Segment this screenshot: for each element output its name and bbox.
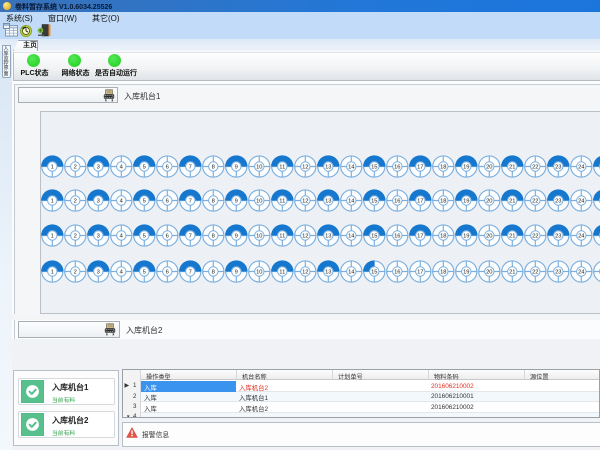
svg-text:2: 2: [74, 270, 77, 276]
svg-text:1: 1: [51, 165, 54, 171]
svg-text:6: 6: [166, 199, 169, 205]
svg-text:24: 24: [578, 270, 585, 276]
svg-text:3: 3: [97, 270, 100, 276]
svg-text:15: 15: [371, 199, 377, 205]
svg-text:23: 23: [555, 234, 561, 240]
svg-text:16: 16: [394, 165, 400, 171]
svg-text:14: 14: [348, 270, 355, 276]
svg-text:1: 1: [51, 234, 54, 240]
svg-text:11: 11: [279, 234, 285, 240]
svg-text:18: 18: [440, 270, 446, 276]
svg-text:24: 24: [578, 199, 585, 205]
svg-text:8: 8: [212, 270, 215, 276]
svg-text:19: 19: [463, 165, 469, 171]
svg-text:8: 8: [212, 234, 215, 240]
svg-text:22: 22: [532, 165, 538, 171]
svg-text:3: 3: [97, 165, 100, 171]
svg-text:3: 3: [97, 199, 100, 205]
svg-text:5: 5: [143, 270, 146, 276]
svg-text:15: 15: [371, 270, 377, 276]
svg-text:19: 19: [463, 234, 469, 240]
svg-text:5: 5: [143, 165, 146, 171]
svg-text:18: 18: [440, 199, 446, 205]
svg-text:20: 20: [486, 199, 492, 205]
svg-text:8: 8: [212, 199, 215, 205]
svg-text:23: 23: [555, 199, 561, 205]
svg-text:9: 9: [235, 165, 238, 171]
svg-text:10: 10: [256, 165, 262, 171]
svg-text:16: 16: [394, 199, 400, 205]
svg-text:17: 17: [417, 165, 423, 171]
svg-text:17: 17: [417, 199, 423, 205]
svg-text:23: 23: [555, 165, 561, 171]
svg-text:6: 6: [166, 270, 169, 276]
svg-text:3: 3: [97, 234, 100, 240]
svg-text:2: 2: [74, 165, 77, 171]
svg-text:13: 13: [325, 165, 331, 171]
svg-text:7: 7: [189, 270, 192, 276]
svg-text:23: 23: [555, 270, 561, 276]
svg-text:20: 20: [486, 270, 492, 276]
svg-text:12: 12: [302, 234, 308, 240]
svg-text:21: 21: [509, 234, 515, 240]
svg-text:14: 14: [348, 199, 355, 205]
svg-text:16: 16: [394, 234, 400, 240]
svg-text:16: 16: [394, 270, 400, 276]
svg-text:13: 13: [325, 199, 331, 205]
svg-text:11: 11: [279, 270, 285, 276]
svg-text:21: 21: [509, 199, 515, 205]
svg-text:18: 18: [440, 165, 446, 171]
svg-text:9: 9: [235, 234, 238, 240]
svg-text:21: 21: [509, 165, 515, 171]
svg-text:10: 10: [256, 234, 262, 240]
svg-text:19: 19: [463, 199, 469, 205]
svg-text:2: 2: [74, 234, 77, 240]
svg-text:9: 9: [235, 270, 238, 276]
svg-text:7: 7: [189, 199, 192, 205]
svg-text:14: 14: [348, 234, 355, 240]
svg-text:11: 11: [279, 165, 285, 171]
svg-text:15: 15: [371, 165, 377, 171]
svg-text:21: 21: [509, 270, 515, 276]
svg-text:22: 22: [532, 270, 538, 276]
svg-text:5: 5: [143, 234, 146, 240]
svg-text:14: 14: [348, 165, 355, 171]
svg-text:24: 24: [578, 165, 585, 171]
svg-text:20: 20: [486, 165, 492, 171]
svg-text:1: 1: [51, 199, 54, 205]
svg-text:24: 24: [578, 234, 585, 240]
svg-text:15: 15: [371, 234, 377, 240]
svg-text:22: 22: [532, 234, 538, 240]
svg-text:13: 13: [325, 234, 331, 240]
svg-text:10: 10: [256, 199, 262, 205]
svg-text:10: 10: [256, 270, 262, 276]
svg-text:18: 18: [440, 234, 446, 240]
svg-text:22: 22: [532, 199, 538, 205]
svg-text:12: 12: [302, 199, 308, 205]
svg-text:6: 6: [166, 234, 169, 240]
svg-text:12: 12: [302, 270, 308, 276]
svg-text:5: 5: [143, 199, 146, 205]
svg-text:20: 20: [486, 234, 492, 240]
svg-text:6: 6: [166, 165, 169, 171]
svg-text:1: 1: [51, 270, 54, 276]
svg-text:7: 7: [189, 165, 192, 171]
svg-text:8: 8: [212, 165, 215, 171]
svg-text:11: 11: [279, 199, 285, 205]
svg-text:12: 12: [302, 165, 308, 171]
svg-text:17: 17: [417, 234, 423, 240]
svg-text:9: 9: [235, 199, 238, 205]
svg-text:17: 17: [417, 270, 423, 276]
svg-text:19: 19: [463, 270, 469, 276]
svg-text:2: 2: [74, 199, 77, 205]
svg-text:13: 13: [325, 270, 331, 276]
svg-text:7: 7: [189, 234, 192, 240]
